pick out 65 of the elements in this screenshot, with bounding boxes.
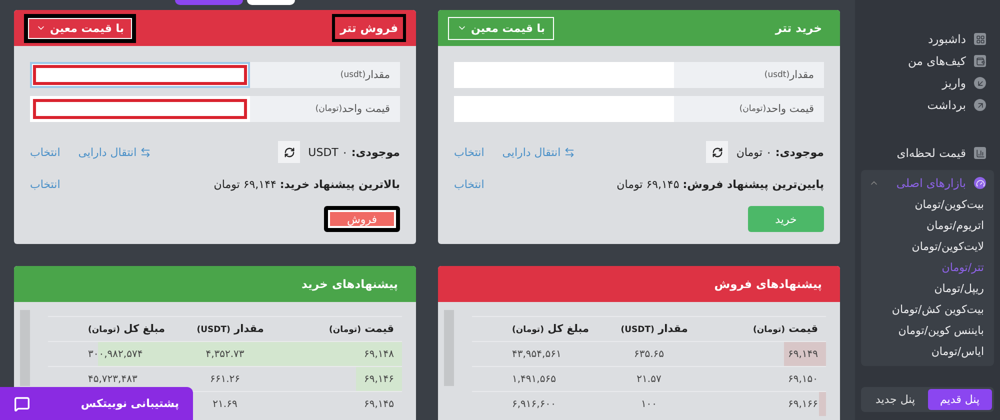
card-title: فروش تتر [332, 14, 406, 42]
table-cell-text: ۱۰۰ [640, 398, 658, 410]
panel-toggle[interactable]: پنل جدید [863, 389, 928, 410]
sidebar-item[interactable]: قیمت لحظه‌ای [861, 142, 994, 164]
balance-text: موجودی: ۰ USDT [308, 146, 400, 158]
table-cell-text: ۶۹,۱۴۹ [786, 348, 819, 360]
submenu-item[interactable]: بیت‌کوین/تومان [861, 194, 994, 215]
best-offer-text: پایین‌ترین پیشنهاد فروش: ۶۹,۱۴۵ تومان [616, 178, 824, 190]
table-cell-text: ۴۳,۹۵۴,۵۶۱ [511, 348, 562, 360]
refresh-icon [284, 146, 295, 158]
support-label: پشتیبانی نوبیتکس [80, 397, 179, 410]
column-header: قیمت (تومان) [752, 323, 819, 335]
table-cell-text: ۳۰۰,۹۸۲,۵۷۴ [87, 348, 144, 360]
submenu-item[interactable]: ریپل/تومان [861, 278, 994, 299]
table-cell-text: ۱,۴۹۱,۵۶۵ [511, 374, 557, 384]
table-cell-text: ۴,۳۵۲.۷۳ [204, 348, 246, 360]
support-chat-button[interactable]: پشتیبانی نوبیتکس [0, 387, 193, 420]
submenu-item[interactable]: لایت‌کوین/تومان [861, 236, 994, 257]
submenu-item[interactable]: ایاس/تومان [861, 341, 994, 362]
submenu-item[interactable]: بیت‌کوین کش/تومان [861, 299, 994, 320]
sidebar-item[interactable]: واریز [861, 72, 994, 94]
transfer-icon [140, 146, 151, 158]
card-title: خرید تتر [774, 20, 823, 37]
order-type-select[interactable]: با قیمت معین [448, 16, 554, 40]
column-header: مبلغ کل (تومان) [511, 323, 590, 335]
panel-toggle[interactable]: پنل قدیم [928, 389, 992, 410]
scrollbar[interactable] [444, 310, 454, 386]
sidebar-item[interactable]: کیف‌های من [861, 50, 994, 72]
card-title: پیشنهادهای خرید [300, 276, 399, 293]
sidebar-item[interactable]: داشبورد [861, 28, 994, 50]
input-field[interactable] [30, 62, 250, 88]
table-cell-text: ۲۱.۵۷ [636, 374, 662, 384]
submenu-item[interactable]: اتریوم/تومان [861, 215, 994, 236]
field-label: قیمت واحد(تومان) [674, 96, 824, 122]
wallet-icon [974, 55, 986, 67]
arrow-down-left-icon [974, 77, 986, 89]
transfer-icon [564, 146, 575, 158]
dashboard-icon [974, 33, 986, 45]
scrollbar[interactable] [20, 310, 30, 386]
table-cell-text: ۴۵,۷۲۳,۴۸۳ [87, 374, 138, 384]
bar-chart-icon [974, 147, 986, 159]
table-cell-text: ۶,۹۱۶,۶۰۰ [511, 398, 557, 410]
refresh-button[interactable] [706, 141, 728, 163]
chat-icon [14, 396, 30, 412]
table-cell-text: ۶۹,۱۴۸ [362, 348, 395, 360]
order-type-select[interactable]: با قیمت معین [24, 14, 136, 42]
table-cell-text: ۶۳۵.۶۵ [632, 348, 666, 360]
column-header: مبلغ کل (تومان) [87, 323, 166, 335]
submenu-item[interactable]: بایننس کوین/تومان [861, 320, 994, 341]
submit-button[interactable]: فروش [324, 206, 400, 232]
card-title: پیشنهادهای فروش [713, 276, 823, 293]
table-cell-text: ۶۹,۱۴۵ [362, 398, 395, 410]
table-cell-text: ۶۹,۱۴۶ [362, 374, 395, 384]
column-header: قیمت (تومان) [328, 323, 395, 335]
field-label: قیمت واحد(تومان) [250, 96, 400, 122]
table-cell-text: ۶۹,۱۶۶ [786, 398, 819, 410]
best-offer-text: بالاترین پیشنهاد خرید: ۶۹,۱۴۴ تومان [214, 178, 400, 190]
table-cell-text: ۶۹,۱۵۰ [786, 374, 819, 384]
arrow-up-right-icon [974, 99, 986, 111]
sidebar-item[interactable]: برداشت [861, 94, 994, 116]
refresh-button[interactable] [278, 141, 300, 163]
gauge-icon [974, 177, 986, 189]
balance-text: موجودی: ۰ تومان [736, 146, 824, 158]
refresh-icon [712, 146, 723, 158]
table-cell-text: ۶۶۱.۲۶ [208, 374, 242, 384]
